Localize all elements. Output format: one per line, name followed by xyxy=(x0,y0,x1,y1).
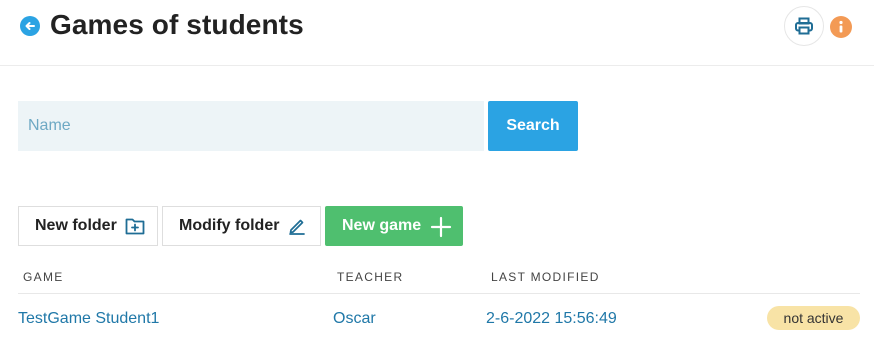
search-input[interactable] xyxy=(18,101,484,151)
status-badge: not active xyxy=(767,306,860,330)
pencil-icon xyxy=(288,217,306,235)
back-button[interactable] xyxy=(20,16,40,36)
modify-folder-button[interactable]: Modify folder xyxy=(162,206,321,246)
info-button[interactable] xyxy=(830,16,852,38)
column-header-last-modified[interactable]: LAST MODIFIED xyxy=(491,270,600,284)
folder-plus-icon xyxy=(125,217,145,235)
info-icon xyxy=(835,20,847,34)
arrow-left-icon xyxy=(24,20,36,32)
new-folder-button[interactable]: New folder xyxy=(18,206,158,246)
page-header: Games of students xyxy=(0,0,874,66)
last-modified-date[interactable]: 2-6-2022 15:56:49 xyxy=(486,310,617,328)
table-divider xyxy=(18,293,860,294)
search-button[interactable]: Search xyxy=(488,101,578,151)
game-name-link[interactable]: TestGame Student1 xyxy=(18,310,159,328)
column-header-game[interactable]: GAME xyxy=(23,270,64,284)
plus-icon xyxy=(430,216,452,238)
column-header-teacher[interactable]: TEACHER xyxy=(337,270,403,284)
printer-icon xyxy=(794,16,814,36)
page-title: Games of students xyxy=(50,9,304,40)
new-game-label: New game xyxy=(342,217,422,234)
modify-folder-label: Modify folder xyxy=(179,217,280,234)
new-folder-label: New folder xyxy=(35,217,117,234)
teacher-name[interactable]: Oscar xyxy=(333,310,376,328)
new-game-button[interactable]: New game xyxy=(325,206,463,246)
print-button[interactable] xyxy=(784,6,824,46)
